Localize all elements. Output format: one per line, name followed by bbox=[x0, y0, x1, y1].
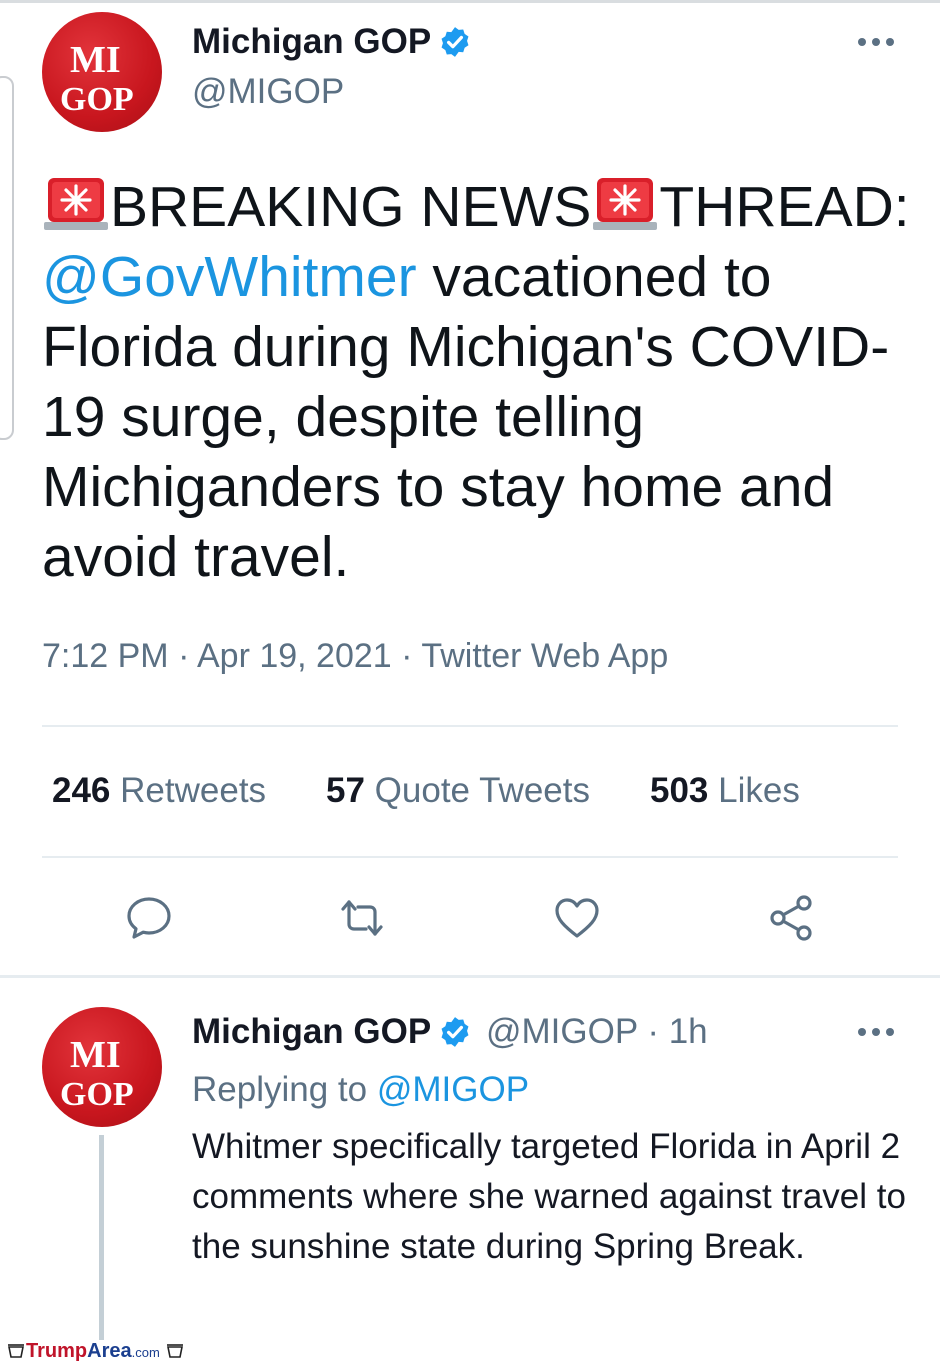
more-options-icon[interactable] bbox=[856, 35, 896, 49]
verified-badge-icon bbox=[441, 1017, 469, 1047]
replying-to: Replying to @MIGOP bbox=[192, 1070, 529, 1110]
watermark-part3: .com bbox=[131, 1345, 160, 1360]
retweet-icon[interactable] bbox=[337, 893, 387, 943]
retweets-stat[interactable]: 246 Retweets bbox=[52, 771, 266, 811]
svg-text:GOP: GOP bbox=[60, 81, 134, 118]
watermark-part2: Area bbox=[87, 1340, 132, 1362]
siren-icon bbox=[593, 178, 658, 230]
more-options-icon[interactable] bbox=[856, 1025, 896, 1039]
divider bbox=[0, 975, 940, 978]
meta-separator: · bbox=[647, 1012, 659, 1051]
likes-label: Likes bbox=[718, 771, 800, 810]
migop-logo-icon: MI GOP bbox=[60, 1034, 134, 1113]
hat-icon bbox=[8, 1344, 24, 1358]
left-edge-shape bbox=[0, 76, 14, 440]
author-name[interactable]: Michigan GOP bbox=[192, 22, 431, 62]
tweet-text: BREAKING NEWS THREAD: @GovWhitmer vacati… bbox=[42, 172, 912, 592]
reply-tweet-text: Whitmer specifically targeted Florida in… bbox=[192, 1127, 906, 1266]
replying-prefix: Replying to bbox=[192, 1070, 368, 1109]
breaking-news-text: BREAKING NEWS bbox=[110, 175, 592, 239]
migop-logo-icon: MI GOP bbox=[60, 39, 134, 118]
tweet-date[interactable]: Apr 19, 2021 bbox=[197, 637, 392, 675]
siren-icon bbox=[44, 178, 108, 230]
quotes-count: 57 bbox=[326, 771, 365, 810]
retweets-count: 246 bbox=[52, 771, 111, 810]
tweet-meta: 7:12 PM · Apr 19, 2021 · Twitter Web App bbox=[42, 637, 668, 676]
quote-tweets-stat[interactable]: 57 Quote Tweets bbox=[326, 771, 590, 811]
watermark: TrumpArea.com bbox=[6, 1340, 185, 1364]
reply-handle-time: @MIGOP · 1h bbox=[486, 1012, 708, 1052]
meta-separator: · bbox=[178, 637, 190, 675]
svg-text:MI: MI bbox=[70, 1034, 121, 1076]
share-icon[interactable] bbox=[766, 893, 816, 943]
meta-separator: · bbox=[401, 637, 413, 675]
reply-author-name[interactable]: Michigan GOP bbox=[192, 1012, 431, 1052]
svg-text:MI: MI bbox=[70, 39, 121, 81]
avatar[interactable]: MI GOP bbox=[42, 12, 162, 132]
avatar[interactable]: MI GOP bbox=[42, 1007, 162, 1127]
likes-stat[interactable]: 503 Likes bbox=[650, 771, 800, 811]
reply-author-handle[interactable]: @MIGOP bbox=[486, 1012, 638, 1051]
thread-connector-line bbox=[99, 1135, 104, 1340]
reply-icon[interactable] bbox=[124, 893, 174, 943]
divider bbox=[42, 856, 898, 858]
like-icon[interactable] bbox=[552, 893, 602, 943]
divider bbox=[42, 725, 898, 727]
author-handle[interactable]: @MIGOP bbox=[192, 72, 344, 112]
hat-icon bbox=[167, 1344, 184, 1358]
retweets-label: Retweets bbox=[120, 771, 267, 810]
likes-count: 503 bbox=[650, 771, 709, 810]
replying-to-link[interactable]: @MIGOP bbox=[377, 1070, 529, 1109]
top-divider bbox=[0, 0, 940, 3]
verified-badge-icon bbox=[441, 27, 469, 57]
svg-text:GOP: GOP bbox=[60, 1076, 134, 1113]
mention-link[interactable]: @GovWhitmer bbox=[42, 245, 417, 309]
reply-time[interactable]: 1h bbox=[669, 1012, 708, 1051]
thread-label: THREAD: bbox=[659, 175, 910, 239]
tweet-time[interactable]: 7:12 PM bbox=[42, 637, 169, 675]
quotes-label: Quote Tweets bbox=[374, 771, 590, 810]
tweet-source[interactable]: Twitter Web App bbox=[421, 637, 668, 675]
watermark-part1: Trump bbox=[26, 1340, 88, 1362]
